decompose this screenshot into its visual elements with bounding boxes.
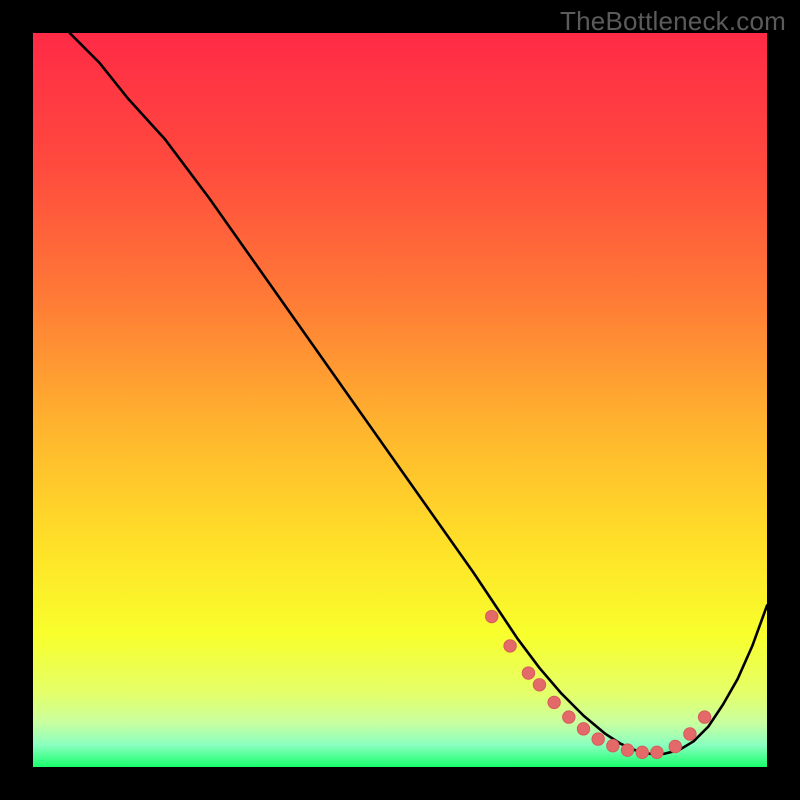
- marker-dot: [607, 740, 619, 752]
- marker-dot: [548, 696, 560, 708]
- marker-dot: [684, 728, 696, 740]
- watermark-text: TheBottleneck.com: [560, 6, 786, 37]
- marker-dot: [698, 711, 710, 723]
- marker-dot: [563, 711, 575, 723]
- chart-plot-area: [33, 33, 767, 767]
- marker-dot: [577, 723, 589, 735]
- marker-dot: [669, 740, 681, 752]
- marker-dot: [651, 746, 663, 758]
- chart-svg: [33, 33, 767, 767]
- chart-frame: TheBottleneck.com: [0, 0, 800, 800]
- marker-dot: [592, 733, 604, 745]
- marker-dot: [504, 640, 516, 652]
- gradient-background: [33, 33, 767, 767]
- marker-dot: [533, 679, 545, 691]
- marker-dot: [636, 746, 648, 758]
- marker-dot: [522, 667, 534, 679]
- marker-dot: [486, 610, 498, 622]
- marker-dot: [621, 744, 633, 756]
